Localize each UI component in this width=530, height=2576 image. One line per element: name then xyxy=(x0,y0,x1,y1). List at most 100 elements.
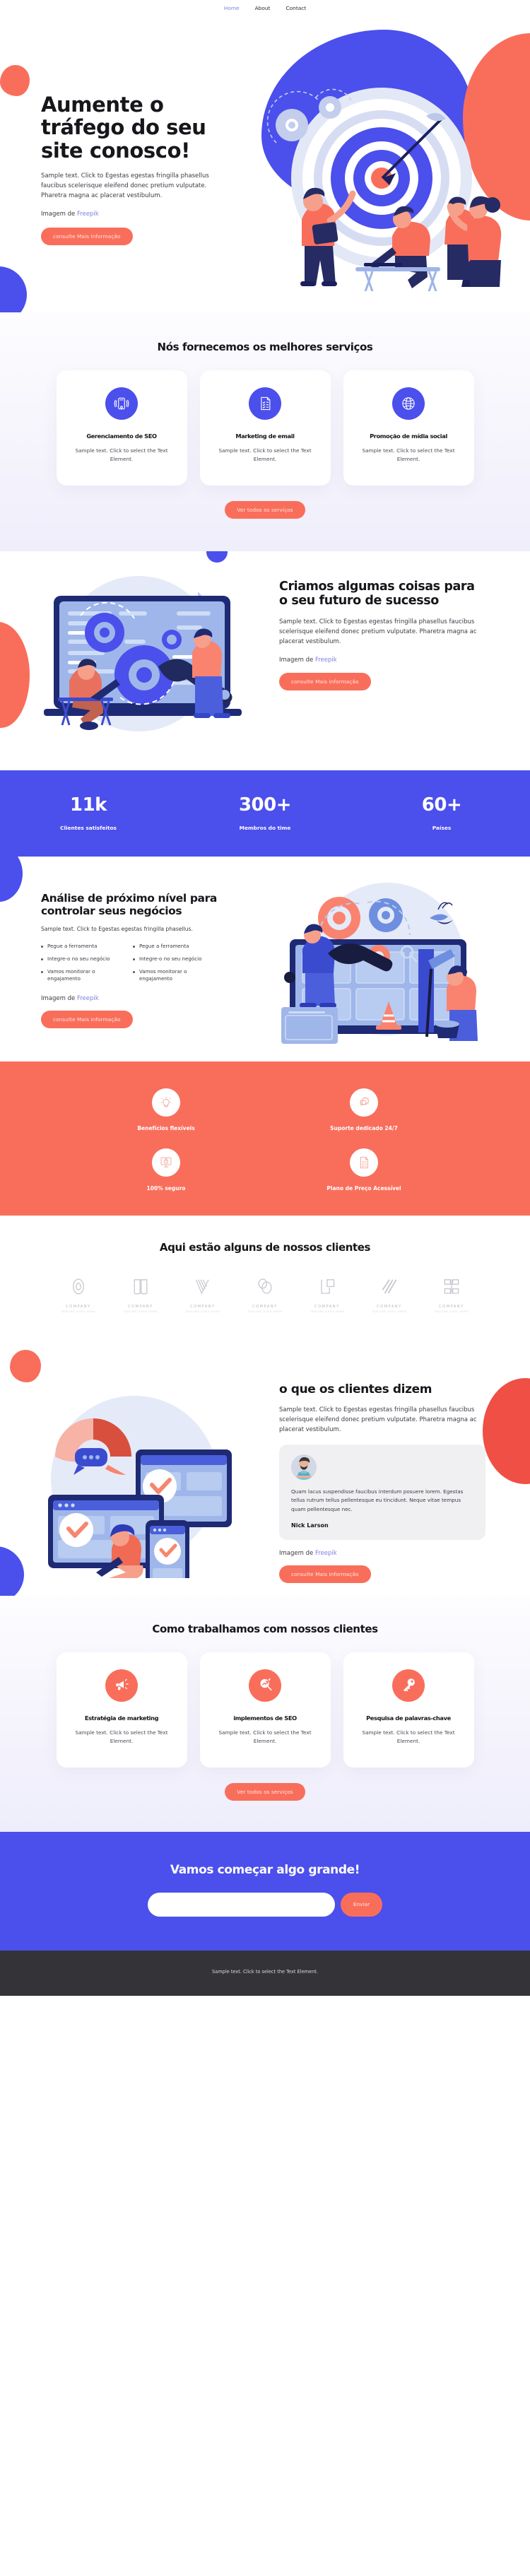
client-logo: COMPANY TAGLINE GOES HERE xyxy=(364,1276,415,1313)
stat-item: 300+ Membros do time xyxy=(177,794,353,831)
stat-item: 11k Clientes satisfeitos xyxy=(0,794,177,831)
process-card[interactable]: Estratégia de marketing Sample text. Cli… xyxy=(56,1652,187,1768)
service-card-title: Gerenciamento de SEO xyxy=(86,433,157,440)
hero-section: Aumente o tráfego do seu site conosco! S… xyxy=(0,16,530,312)
freepik-link[interactable]: Freepik xyxy=(315,1550,337,1557)
squares-mark xyxy=(321,1278,335,1294)
credit-prefix: Imagem de xyxy=(41,995,77,1003)
list-item: Integre-o no seu negócio xyxy=(133,955,216,963)
benefit-item: Plano de Preço Acessível xyxy=(265,1148,463,1192)
analytics-list-right: Pegue a ferramenta Integre-o no seu negó… xyxy=(133,943,216,988)
client-name: COMPANY xyxy=(252,1304,278,1309)
client-tagline: TAGLINE GOES HERE xyxy=(61,1310,96,1313)
testimonial-quote: Quam lacus suspendisse faucibus interdum… xyxy=(291,1488,464,1513)
newsletter-form: Enviar xyxy=(0,1892,530,1917)
footer-text: Sample text. Click to select the Text El… xyxy=(212,1968,318,1975)
service-card-body: Sample text. Click to select the Text El… xyxy=(218,447,312,463)
testimonials-image-credit: Imagem de Freepik xyxy=(279,1550,485,1557)
globe-icon xyxy=(392,387,425,420)
slashes-mark xyxy=(382,1279,397,1294)
analytics-lead: Sample text. Click to Egestas egestas fr… xyxy=(41,926,193,933)
process-card-title: Pesquisa de palavras-chave xyxy=(366,1714,451,1722)
client-logo: COMPANY TAGLINE GOES HERE xyxy=(53,1276,104,1313)
benefit-label: Benefícios flexíveis xyxy=(137,1124,195,1131)
process-cta-button[interactable]: Ver todos os serviços xyxy=(225,1782,305,1801)
services-title: Nós fornecemos os melhores serviços xyxy=(157,341,373,353)
client-logo: COMPANY TAGLINE GOES HERE xyxy=(115,1276,166,1313)
analytics-illustration xyxy=(269,874,516,1051)
client-tagline: TAGLINE GOES HERE xyxy=(123,1310,158,1313)
testimonials-copy: o que os clientes dizem Sample text. Cli… xyxy=(279,1382,485,1583)
clients-title: Aqui estão alguns de nossos clientes xyxy=(159,1240,371,1254)
freepik-link[interactable]: Freepik xyxy=(77,211,99,218)
service-card[interactable]: Marketing de email Sample text. Click to… xyxy=(199,370,331,486)
landing-page: Home About Contact Aumente o tráfego do … xyxy=(0,0,530,1996)
mobile-signal-icon xyxy=(105,387,138,420)
submit-button[interactable]: Enviar xyxy=(340,1892,383,1917)
services-cards: Gerenciamento de SEO Sample text. Click … xyxy=(0,370,530,486)
avatar xyxy=(291,1454,317,1480)
hero-coral-blob-left xyxy=(0,65,30,96)
cta-title: Vamos começar algo grande! xyxy=(170,1862,360,1877)
benefit-item: 100% seguro xyxy=(67,1148,265,1192)
benefit-item: Suporte dedicado 24/7 xyxy=(265,1088,463,1131)
stat-value: 300+ xyxy=(238,794,292,816)
testimonials-coral-circle-right xyxy=(483,1377,530,1484)
lightbulb-icon xyxy=(152,1088,180,1117)
nav-link-contact[interactable]: Contact xyxy=(285,5,306,11)
analytics-feature-lists: Pegue a ferramenta Integre-o no seu negó… xyxy=(41,943,223,988)
services-cta-button[interactable]: Ver todos os serviços xyxy=(225,500,305,519)
future-cta-button[interactable]: consulte Mais informação xyxy=(279,673,371,691)
benefit-label: 100% seguro xyxy=(146,1184,186,1192)
hero-cta-button[interactable]: consulte Mais informação xyxy=(41,228,133,246)
testimonials-cta-button[interactable]: consulte Mais informação xyxy=(279,1565,371,1583)
monitor-lock-icon xyxy=(152,1148,180,1177)
bracket-mark xyxy=(444,1278,459,1294)
freepik-link[interactable]: Freepik xyxy=(77,995,99,1002)
future-copy: Criamos algumas coisas para o seu futuro… xyxy=(279,579,481,691)
nav-link-home[interactable]: Home xyxy=(224,5,240,11)
analytics-cta-button[interactable]: consulte Mais informação xyxy=(41,1011,133,1029)
services-cta-wrap: Ver todos os serviços xyxy=(0,500,530,519)
freepik-link[interactable]: Freepik xyxy=(315,657,337,664)
analytics-list-left: Pegue a ferramenta Integre-o no seu negó… xyxy=(41,943,124,988)
analytics-copy: Análise de próximo nível para controlar … xyxy=(41,891,223,1029)
vlines-mark xyxy=(195,1279,209,1295)
future-title: Criamos algumas coisas para o seu futuro… xyxy=(279,579,475,608)
service-card-title: Marketing de email xyxy=(235,433,295,440)
client-name: COMPANY xyxy=(190,1304,216,1309)
email-input[interactable] xyxy=(147,1892,335,1917)
services-section: Nós fornecemos os melhores serviços Gere… xyxy=(0,312,530,551)
process-section: Como trabalhamos com nossos clientes Est… xyxy=(0,1595,530,1832)
process-cta-wrap: Ver todos os serviços xyxy=(0,1782,530,1801)
growth-search-icon xyxy=(249,1669,281,1702)
client-name: COMPANY xyxy=(377,1304,402,1309)
credit-prefix: Imagem de xyxy=(279,657,315,664)
service-card-body: Sample text. Click to select the Text El… xyxy=(75,447,168,463)
analytics-image-credit: Imagem de Freepik xyxy=(41,995,223,1002)
service-card[interactable]: Gerenciamento de SEO Sample text. Click … xyxy=(56,370,187,486)
credit-prefix: Imagem de xyxy=(279,1549,315,1557)
process-card[interactable]: implementos de SEO Sample text. Click to… xyxy=(199,1652,331,1768)
future-illustration xyxy=(13,569,260,749)
testimonials-illustration xyxy=(7,1366,254,1596)
process-title: Como trabalhamos com nossos clientes xyxy=(152,1622,378,1635)
stats-section: 11k Clientes satisfeitos 300+ Membros do… xyxy=(0,770,530,857)
process-card-title: implementos de SEO xyxy=(233,1714,297,1722)
analytics-title: Análise de próximo nível para controlar … xyxy=(41,891,217,918)
stat-label: Membros do time xyxy=(239,824,291,831)
client-name: COMPANY xyxy=(439,1304,464,1309)
process-card-body: Sample text. Click to select the Text El… xyxy=(362,1729,455,1745)
future-image-credit: Imagem de Freepik xyxy=(279,657,481,664)
nav-link-about[interactable]: About xyxy=(255,5,271,11)
list-item: Pegue a ferramenta xyxy=(41,943,124,951)
process-card[interactable]: Pesquisa de palavras-chave Sample text. … xyxy=(343,1652,474,1768)
client-tagline: TAGLINE GOES HERE xyxy=(310,1310,345,1313)
future-section: Criamos algumas coisas para o seu futuro… xyxy=(0,551,530,770)
megaphone-icon xyxy=(105,1669,138,1702)
newsletter-cta-section: Vamos começar algo grande! Enviar xyxy=(0,1831,530,1951)
service-card[interactable]: Promoção de mídia social Sample text. Cl… xyxy=(343,370,474,486)
future-description: Sample text. Click to Egestas egestas fr… xyxy=(279,618,477,646)
client-tagline: TAGLINE GOES HERE xyxy=(185,1310,220,1313)
page-footer: Sample text. Click to select the Text El… xyxy=(0,1950,530,1996)
